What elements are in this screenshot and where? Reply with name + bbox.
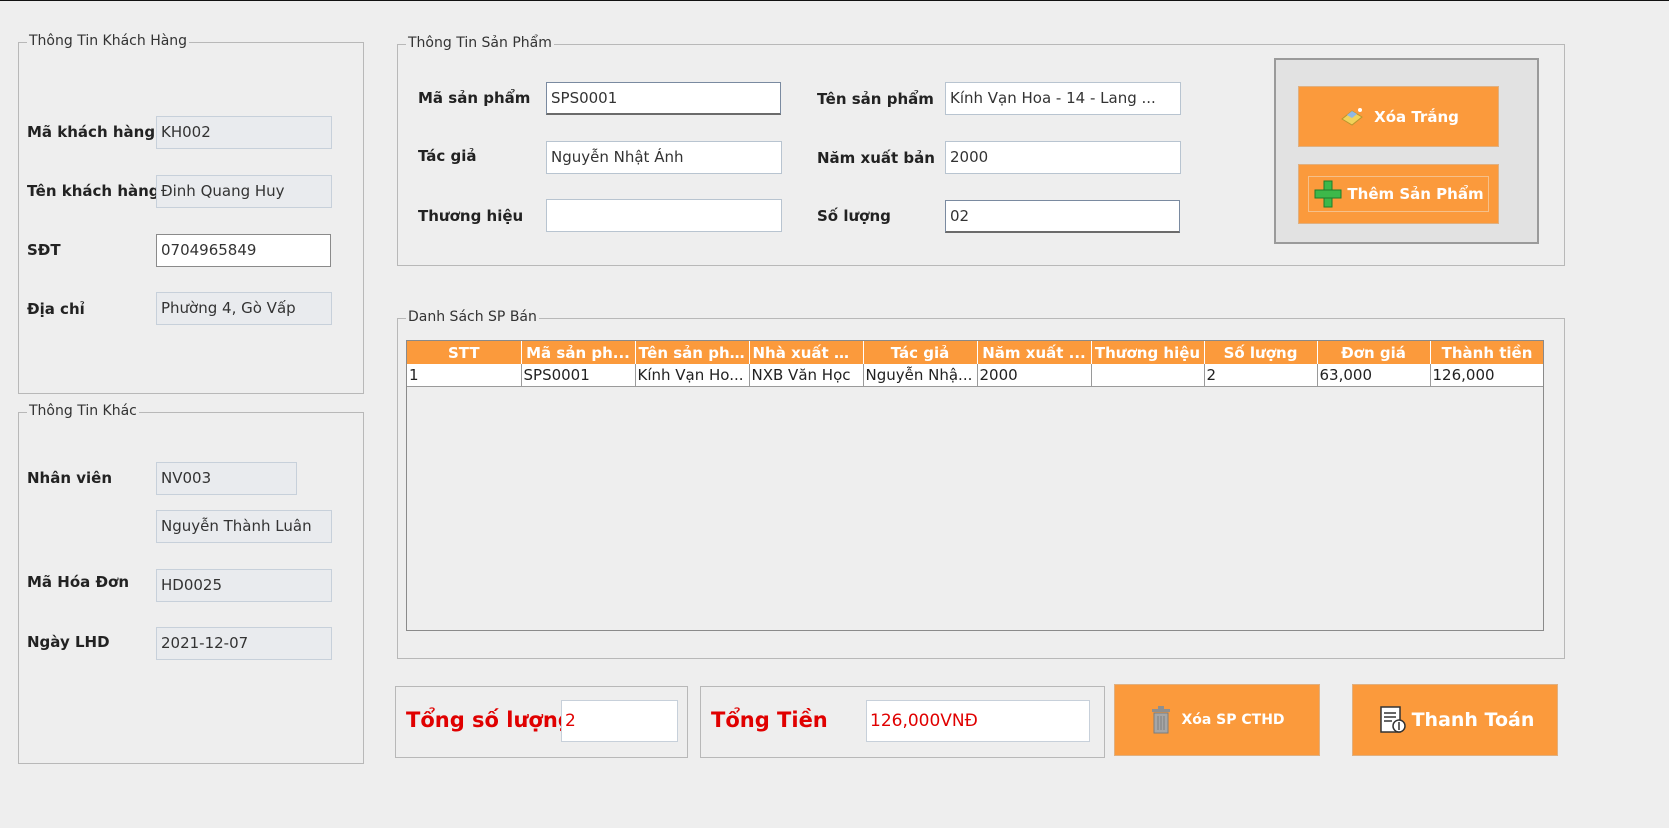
product-name-field[interactable]: Kính Vạn Hoa - 14 - Lang ... (945, 82, 1181, 115)
table-header-row: STT Mã sản ph... Tên sản ph... Nhà xuất … (407, 341, 1543, 364)
total-quantity-label: Tổng số lượng (406, 708, 573, 732)
customer-name-field[interactable]: Đinh Quang Huy (156, 175, 332, 208)
plus-icon (1314, 180, 1342, 208)
customer-name-label: Tên khách hàng (27, 182, 160, 200)
clear-form-button[interactable]: Xóa Trắng (1298, 86, 1499, 147)
clear-form-label: Xóa Trắng (1374, 107, 1459, 126)
quantity-label: Số lượng (817, 207, 891, 225)
phone-label: SĐT (27, 241, 61, 259)
author-label: Tác giả (418, 147, 477, 165)
invoice-code-field[interactable]: HD0025 (156, 569, 332, 602)
window-top-border (0, 0, 1669, 1)
quantity-field[interactable]: 02 (945, 200, 1180, 233)
phone-field[interactable]: 0704965849 (156, 234, 331, 267)
delete-invoice-item-label: Xóa SP CTHD (1181, 712, 1285, 728)
table-cell: Nguyễn Nhậ... (863, 364, 978, 387)
column-header[interactable]: Thương hiệu (1091, 341, 1205, 364)
add-product-label: Thêm Sản Phẩm (1347, 185, 1484, 203)
column-header[interactable]: Số lượng (1204, 341, 1318, 364)
product-code-field[interactable]: SPS0001 (546, 82, 781, 115)
invoice-code-label: Mã Hóa Đơn (27, 573, 130, 591)
customer-info-legend: Thông Tin Khách Hàng (27, 33, 190, 49)
product-info-legend: Thông Tin Sản Phẩm (406, 35, 554, 51)
total-amount-field[interactable]: 126,000VNĐ (866, 700, 1090, 742)
total-quantity-field[interactable]: 2 (561, 700, 678, 742)
invoice-icon (1379, 706, 1406, 733)
other-info-legend: Thông Tin Khác (27, 403, 139, 419)
column-header[interactable]: Năm xuất ... (977, 341, 1092, 364)
checkout-label: Thanh Toán (1411, 709, 1535, 731)
product-code-label: Mã sản phẩm (418, 89, 531, 107)
column-header[interactable]: Tên sản ph... (635, 341, 750, 364)
customer-code-field[interactable]: KH002 (156, 116, 332, 149)
checkout-button[interactable]: Thanh Toán (1352, 684, 1558, 756)
brand-label: Thương hiệu (418, 207, 524, 225)
eraser-icon (1341, 107, 1363, 126)
column-header[interactable]: Thành tiền (1430, 341, 1543, 364)
table-cell: 2000 (977, 364, 1092, 387)
add-product-button[interactable]: Thêm Sản Phẩm (1298, 164, 1499, 224)
table-cell: 126,000 (1430, 364, 1543, 387)
sold-products-legend: Danh Sách SP Bán (406, 309, 539, 325)
address-field[interactable]: Phường 4, Gò Vấp (156, 292, 332, 325)
sold-products-table: STT Mã sản ph... Tên sản ph... Nhà xuất … (407, 341, 1543, 387)
column-header[interactable]: Mã sản ph... (521, 341, 636, 364)
table-cell: 1 (407, 364, 522, 387)
publish-year-label: Năm xuất bản (817, 149, 935, 167)
brand-field[interactable] (546, 199, 782, 232)
column-header[interactable]: Nhà xuất b... (749, 341, 864, 364)
author-field[interactable]: Nguyễn Nhật Ánh (546, 141, 782, 174)
invoice-date-label: Ngày LHD (27, 633, 110, 651)
staff-label: Nhân viên (27, 469, 113, 487)
column-header[interactable]: Đơn giá (1317, 341, 1431, 364)
table-cell: 2 (1204, 364, 1318, 387)
table-cell: NXB Văn Học (749, 364, 864, 387)
delete-invoice-item-button[interactable]: Xóa SP CTHD (1114, 684, 1320, 756)
staff-code-field[interactable]: NV003 (156, 462, 297, 495)
publish-year-field[interactable]: 2000 (945, 141, 1181, 174)
column-header[interactable]: Tác giả (863, 341, 978, 364)
table-cell: SPS0001 (521, 364, 636, 387)
column-header[interactable]: STT (407, 341, 522, 364)
table-cell: Kính Vạn Ho... (635, 364, 750, 387)
customer-info-panel: Thông Tin Khách Hàng (18, 33, 364, 394)
customer-code-label: Mã khách hàng (27, 123, 156, 141)
table-row[interactable]: 1 SPS0001 Kính Vạn Ho... NXB Văn Học Ngu… (407, 364, 1543, 387)
total-amount-label: Tổng Tiền (711, 708, 828, 732)
trash-icon (1152, 706, 1171, 734)
sold-products-table-container[interactable]: STT Mã sản ph... Tên sản ph... Nhà xuất … (406, 340, 1544, 631)
table-cell (1091, 364, 1205, 387)
staff-name-field[interactable]: Nguyễn Thành Luân (156, 510, 332, 543)
address-label: Địa chỉ (27, 300, 85, 318)
table-cell: 63,000 (1317, 364, 1431, 387)
product-name-label: Tên sản phẩm (817, 90, 934, 108)
invoice-date-field[interactable]: 2021-12-07 (156, 627, 332, 660)
